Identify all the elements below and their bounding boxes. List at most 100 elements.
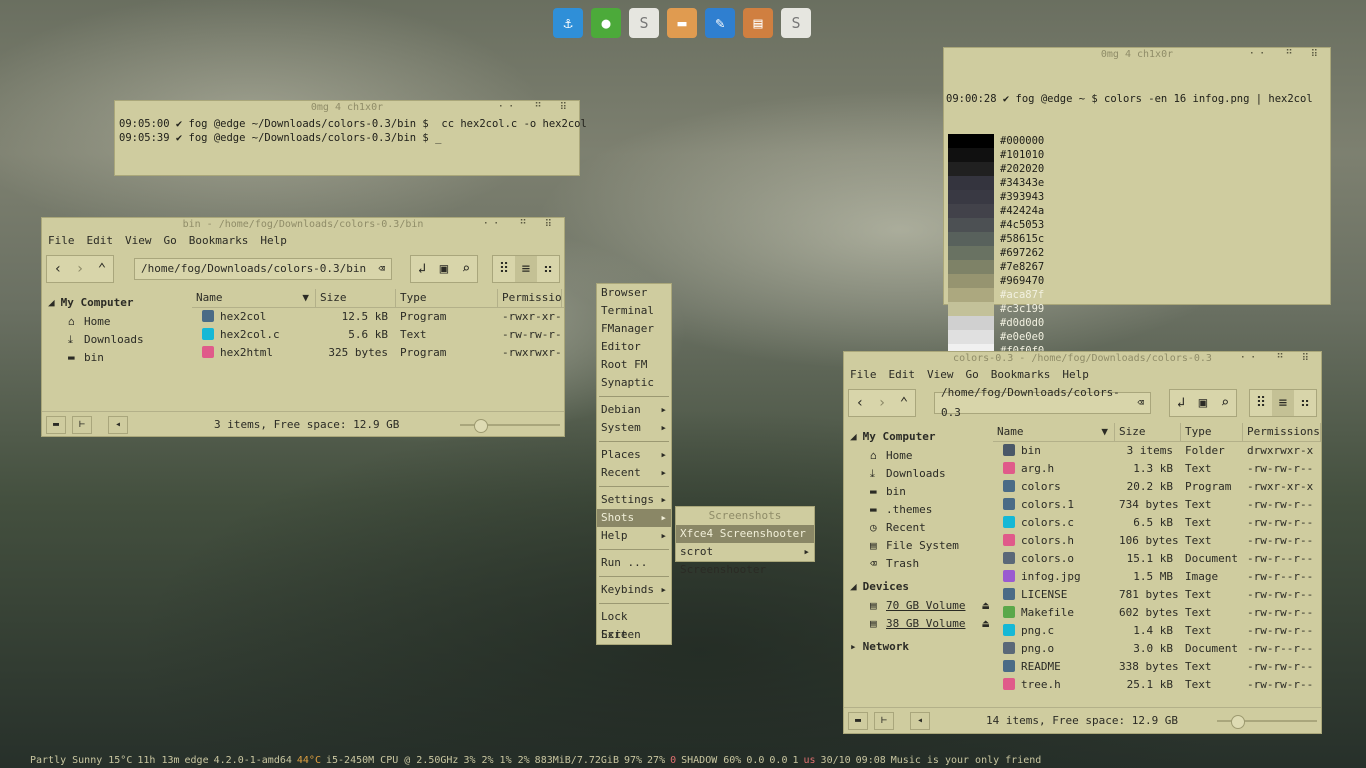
column-header-permissions[interactable]: Permissions — [1243, 423, 1321, 441]
file-row[interactable]: infog.jpg 1.5 MB Image -rw-r--r-- — [993, 568, 1321, 586]
file-row[interactable]: png.o 3.0 kB Document -rw-r--r-- — [993, 640, 1321, 658]
file-row[interactable]: colors.c 6.5 kB Text -rw-rw-r-- — [993, 514, 1321, 532]
window-controls-icon[interactable]: ⠐⠂ ⠛ ⠿ — [496, 101, 573, 115]
file-row[interactable]: LICENSE 781 bytes Text -rw-rw-r-- — [993, 586, 1321, 604]
editor-icon[interactable]: ✎ — [705, 8, 735, 38]
sidebar-item-home[interactable]: ⌂ Home — [844, 447, 993, 465]
sublime2-icon[interactable]: S — [781, 8, 811, 38]
menu-help[interactable]: Help — [1062, 368, 1089, 381]
menu-item-shots[interactable]: Shots ▸ — [597, 509, 671, 527]
zoom-slider-knob[interactable] — [474, 418, 488, 433]
sidebar-item-file-system[interactable]: ▤ File System — [844, 537, 993, 555]
file-row[interactable]: README 338 bytes Text -rw-rw-r-- — [993, 658, 1321, 676]
file-row[interactable]: hex2col.c 5.6 kB Text -rw-rw-r-- — [192, 326, 564, 344]
menu-item-browser[interactable]: Browser — [597, 284, 671, 302]
menu-item-xfce4-screenshooter[interactable]: Xfce4 Screenshooter — [676, 525, 814, 543]
sidebar-device[interactable]: ▤ 70 GB Volume ⏏ — [844, 597, 993, 615]
column-header-type[interactable]: Type — [1181, 423, 1243, 441]
clear-icon[interactable]: ⌫ — [1137, 393, 1144, 413]
collapse-arrow-icon[interactable]: ◢ — [850, 430, 857, 443]
terminal-icon[interactable]: ▣ — [433, 256, 455, 282]
collapse-arrow-icon[interactable]: ◢ — [48, 296, 55, 309]
menu-file[interactable]: File — [850, 368, 877, 381]
menu-file[interactable]: File — [48, 234, 75, 247]
forward-button[interactable]: › — [871, 390, 893, 416]
up-button[interactable]: ⌃ — [893, 390, 915, 416]
terminal-output[interactable]: 09:00:28 ✔ fog @edge ~ $ colors -en 16 i… — [944, 62, 1330, 388]
archive-icon[interactable]: ▤ — [743, 8, 773, 38]
column-header-permissions[interactable]: Permissions — [498, 289, 562, 307]
eject-icon[interactable]: ⏏ — [982, 615, 989, 633]
menu-item-keybinds[interactable]: Keybinds ▸ — [597, 581, 671, 599]
file-row[interactable]: Makefile 602 bytes Text -rw-rw-r-- — [993, 604, 1321, 622]
file-row[interactable]: colors.1 734 bytes Text -rw-rw-r-- — [993, 496, 1321, 514]
tree-toggle-icon[interactable]: ⊢ — [72, 415, 92, 434]
sidebar-device[interactable]: ▤ 38 GB Volume ⏏ — [844, 615, 993, 633]
column-header-size[interactable]: Size — [316, 289, 396, 307]
clear-icon[interactable]: ⌫ — [378, 259, 385, 279]
new-tab-icon[interactable]: ↲ — [1170, 390, 1192, 416]
column-header-type[interactable]: Type — [396, 289, 498, 307]
search-icon[interactable]: ⌕ — [1214, 390, 1236, 416]
location-bar[interactable]: /home/fog/Downloads/colors-0.3 ⌫ — [934, 386, 1151, 419]
places-toggle-icon[interactable]: ▬ — [848, 711, 868, 730]
places-toggle-icon[interactable]: ▬ — [46, 415, 66, 434]
file-row[interactable]: png.c 1.4 kB Text -rw-rw-r-- — [993, 622, 1321, 640]
menu-item-settings[interactable]: Settings ▸ — [597, 491, 671, 509]
menu-item-places[interactable]: Places ▸ — [597, 446, 671, 464]
file-row[interactable]: arg.h 1.3 kB Text -rw-rw-r-- — [993, 460, 1321, 478]
sidebar-toggle-icon[interactable]: ◂ — [108, 415, 128, 434]
list-view-icon[interactable]: ≡ — [515, 256, 537, 282]
file-manager-window-1[interactable]: bin - /home/fog/Downloads/colors-0.3/bin… — [41, 217, 565, 437]
menu-bookmarks[interactable]: Bookmarks — [991, 368, 1051, 381]
sidebar-heading-my-computer[interactable]: ◢ My Computer — [844, 427, 993, 447]
menu-item-help[interactable]: Help ▸ — [597, 527, 671, 545]
menu-item-recent[interactable]: Recent ▸ — [597, 464, 671, 482]
fm-title-bar[interactable]: colors-0.3 - /home/fog/Downloads/colors-… — [844, 352, 1321, 366]
new-tab-icon[interactable]: ↲ — [411, 256, 433, 282]
terminal-output[interactable]: 09:05:00 ✔ fog @edge ~/Downloads/colors-… — [115, 115, 587, 147]
sidebar-item-bin[interactable]: ▬ bin — [844, 483, 993, 501]
icon-view-icon[interactable]: ⠿ — [1250, 390, 1272, 416]
sidebar-heading-my-computer[interactable]: ◢ My Computer — [42, 293, 192, 313]
file-row[interactable]: hex2html 325 bytes Program -rwxrwxr-x — [192, 344, 564, 362]
menu-edit[interactable]: Edit — [87, 234, 114, 247]
sublime-icon[interactable]: S — [629, 8, 659, 38]
sidebar-heading-network[interactable]: ▸ Network — [844, 637, 993, 657]
menu-item-editor[interactable]: Editor — [597, 338, 671, 356]
eject-icon[interactable]: ⏏ — [982, 597, 989, 615]
terminal-title-bar[interactable]: 0mg 4 ch1x0r ⠐⠂ ⠛ ⠿ — [944, 48, 1330, 62]
zoom-slider[interactable] — [1217, 714, 1317, 729]
file-list[interactable]: Name ▼ Size Type Permissions hex2col 12.5 kB Pr… — [192, 289, 564, 411]
root-menu[interactable]: Browser Terminal FManager Editor Root FM Syna… — [596, 283, 672, 645]
column-header-size[interactable]: Size — [1115, 423, 1181, 441]
sidebar-heading-devices[interactable]: ◢ Devices — [844, 577, 993, 597]
icon-view-icon[interactable]: ⠿ — [493, 256, 515, 282]
location-bar[interactable]: /home/fog/Downloads/colors-0.3/bin ⌫ — [134, 258, 392, 280]
chrome-icon[interactable]: ● — [591, 8, 621, 38]
zoom-slider[interactable] — [460, 418, 560, 433]
menu-item-run[interactable]: Run ... — [597, 554, 671, 572]
menu-item-lock-screen[interactable]: Lock Screen — [597, 608, 671, 641]
menu-item-synaptic[interactable]: Synaptic — [597, 374, 671, 392]
sidebar-item-downloads[interactable]: ⤓ Downloads — [42, 331, 192, 349]
file-row[interactable]: bin 3 items Folder drwxrwxr-x — [993, 442, 1321, 460]
collapse-arrow-icon[interactable]: ◢ — [850, 580, 857, 593]
menu-item-fmanager[interactable]: FManager — [597, 320, 671, 338]
file-row[interactable]: colors 20.2 kB Program -rwxr-xr-x — [993, 478, 1321, 496]
menu-item-root-fm[interactable]: Root FM — [597, 356, 671, 374]
terminal-icon[interactable]: ▣ — [1192, 390, 1214, 416]
file-row[interactable]: hex2col 12.5 kB Program -rwxr-xr-x — [192, 308, 564, 326]
menu-go[interactable]: Go — [966, 368, 979, 381]
up-button[interactable]: ⌃ — [91, 256, 113, 282]
terminal-window-2[interactable]: 0mg 4 ch1x0r ⠐⠂ ⠛ ⠿ 09:00:28 ✔ fog @edge… — [943, 47, 1331, 358]
back-button[interactable]: ‹ — [47, 256, 69, 282]
list-view-icon[interactable]: ≡ — [1272, 390, 1294, 416]
zoom-slider-knob[interactable] — [1231, 714, 1245, 729]
file-list[interactable]: Name ▼ Size Type Permissions bin 3 items Folder… — [993, 423, 1321, 707]
sidebar-item-bin[interactable]: ▬ bin — [42, 349, 192, 367]
sidebar-item-home[interactable]: ⌂ Home — [42, 313, 192, 331]
menu-item-debian[interactable]: Debian ▸ — [597, 401, 671, 419]
expand-arrow-icon[interactable]: ▸ — [850, 640, 857, 653]
menu-bookmarks[interactable]: Bookmarks — [189, 234, 249, 247]
